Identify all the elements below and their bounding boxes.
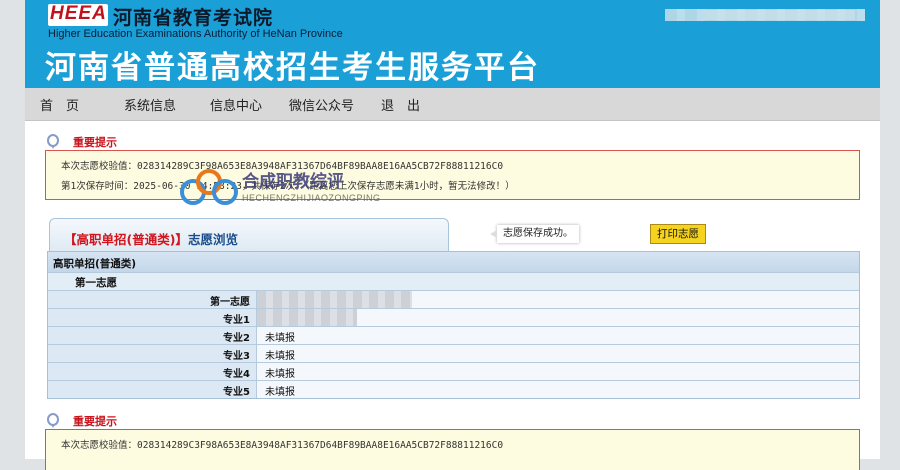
row-value: 未填报 (265, 387, 295, 398)
row-label: 专业5 (223, 387, 250, 398)
row-label: 专业3 (223, 351, 250, 362)
table-row: 专业1 (48, 308, 859, 326)
save-success-toast: 志愿保存成功。 (490, 225, 579, 243)
row-label: 专业2 (223, 333, 250, 344)
notice-box-2: 本次志愿校验值：028314289C3F98A653E8A3948AF31367… (45, 429, 860, 470)
nav-info-center[interactable]: 信息中心 (210, 95, 262, 114)
table-subgroup-header: 第一志愿 (48, 272, 859, 290)
panel-title-prefix: 【高职单招(普通类)】 (64, 232, 188, 247)
row-label-cell: 专业5 (48, 381, 257, 398)
watermark-text-en: HECHENGZHIJIAOZONGPING (242, 193, 381, 203)
platform-title: 河南省普通高校招生考生服务平台 (45, 50, 540, 86)
nav-home[interactable]: 首 页 (40, 95, 79, 114)
row-value: 未填报 (265, 369, 295, 380)
blurred-major-name (257, 309, 357, 326)
watermark-ring-icon (212, 179, 238, 205)
user-info-blurred-2 (705, 10, 855, 20)
blurred-school-name (257, 291, 412, 308)
row-value-cell: 未填报 (257, 327, 859, 344)
table-row: 第一志愿 (48, 290, 859, 308)
checksum-line-2: 本次志愿校验值：028314289C3F98A653E8A3948AF31367… (61, 440, 504, 451)
notice-box: 本次志愿校验值：028314289C3F98A653E8A3948AF31367… (45, 150, 860, 200)
nav-wechat[interactable]: 微信公众号 (289, 95, 354, 114)
row-label-cell: 专业4 (48, 363, 257, 380)
table-row: 专业2 未填报 (48, 326, 859, 344)
row-value-cell (257, 309, 859, 326)
row-label-cell: 专业3 (48, 345, 257, 362)
notice-title: 重要提示 (73, 136, 117, 149)
row-label-cell: 第一志愿 (48, 291, 257, 308)
page-scrollbar[interactable] (880, 0, 900, 459)
heea-logo: HEEA (48, 3, 108, 26)
group-title: 高职单招(普通类) (53, 258, 137, 270)
row-value-cell (257, 291, 859, 308)
print-button[interactable]: 打印志愿 (650, 224, 706, 244)
row-value: 未填报 (265, 351, 295, 362)
logo-text: HEEA (50, 3, 107, 24)
panel-title-suffix: 志愿浏览 (187, 232, 238, 247)
nav-logout[interactable]: 退 出 (381, 95, 420, 114)
main-nav: 首 页 系统信息 信息中心 微信公众号 退 出 (25, 88, 880, 121)
table-row: 专业5 未填报 (48, 380, 859, 398)
row-value: 未填报 (265, 333, 295, 344)
location-pin-icon (47, 134, 59, 149)
notice-title-2: 重要提示 (73, 415, 117, 428)
table-group-header: 高职单招(普通类) (48, 252, 859, 272)
row-value-cell: 未填报 (257, 363, 859, 380)
location-pin-icon (47, 413, 59, 428)
watermark-text-cn: 合成职教综评 (242, 172, 344, 192)
table-row: 专业3 未填报 (48, 344, 859, 362)
row-value-cell: 未填报 (257, 381, 859, 398)
org-name-cn: 河南省教育考试院 (113, 7, 274, 29)
org-name-en: Higher Education Examinations Authority … (48, 28, 343, 40)
panel-title: 【高职单招(普通类)】志愿浏览 (64, 229, 238, 248)
panel-tab: 【高职单招(普通类)】志愿浏览 (49, 218, 449, 251)
site-header: HEEA 河南省教育考试院 Higher Education Examinati… (25, 0, 880, 88)
row-label-cell: 专业1 (48, 309, 257, 326)
subgroup-title: 第一志愿 (75, 277, 117, 289)
table-row: 专业4 未填报 (48, 362, 859, 380)
row-label-cell: 专业2 (48, 327, 257, 344)
row-label: 专业1 (223, 315, 250, 326)
page-container: HEEA 河南省教育考试院 Higher Education Examinati… (25, 0, 880, 470)
row-value-cell: 未填报 (257, 345, 859, 362)
watermark: 合成职教综评 HECHENGZHIJIAOZONGPING (180, 167, 410, 207)
preference-table: 高职单招(普通类) 第一志愿 第一志愿 专业1 专业2 未填报 专业3 未填报 … (47, 251, 860, 399)
row-label: 第一志愿 (210, 297, 250, 308)
nav-system-info[interactable]: 系统信息 (124, 95, 176, 114)
row-label: 专业4 (223, 369, 250, 380)
